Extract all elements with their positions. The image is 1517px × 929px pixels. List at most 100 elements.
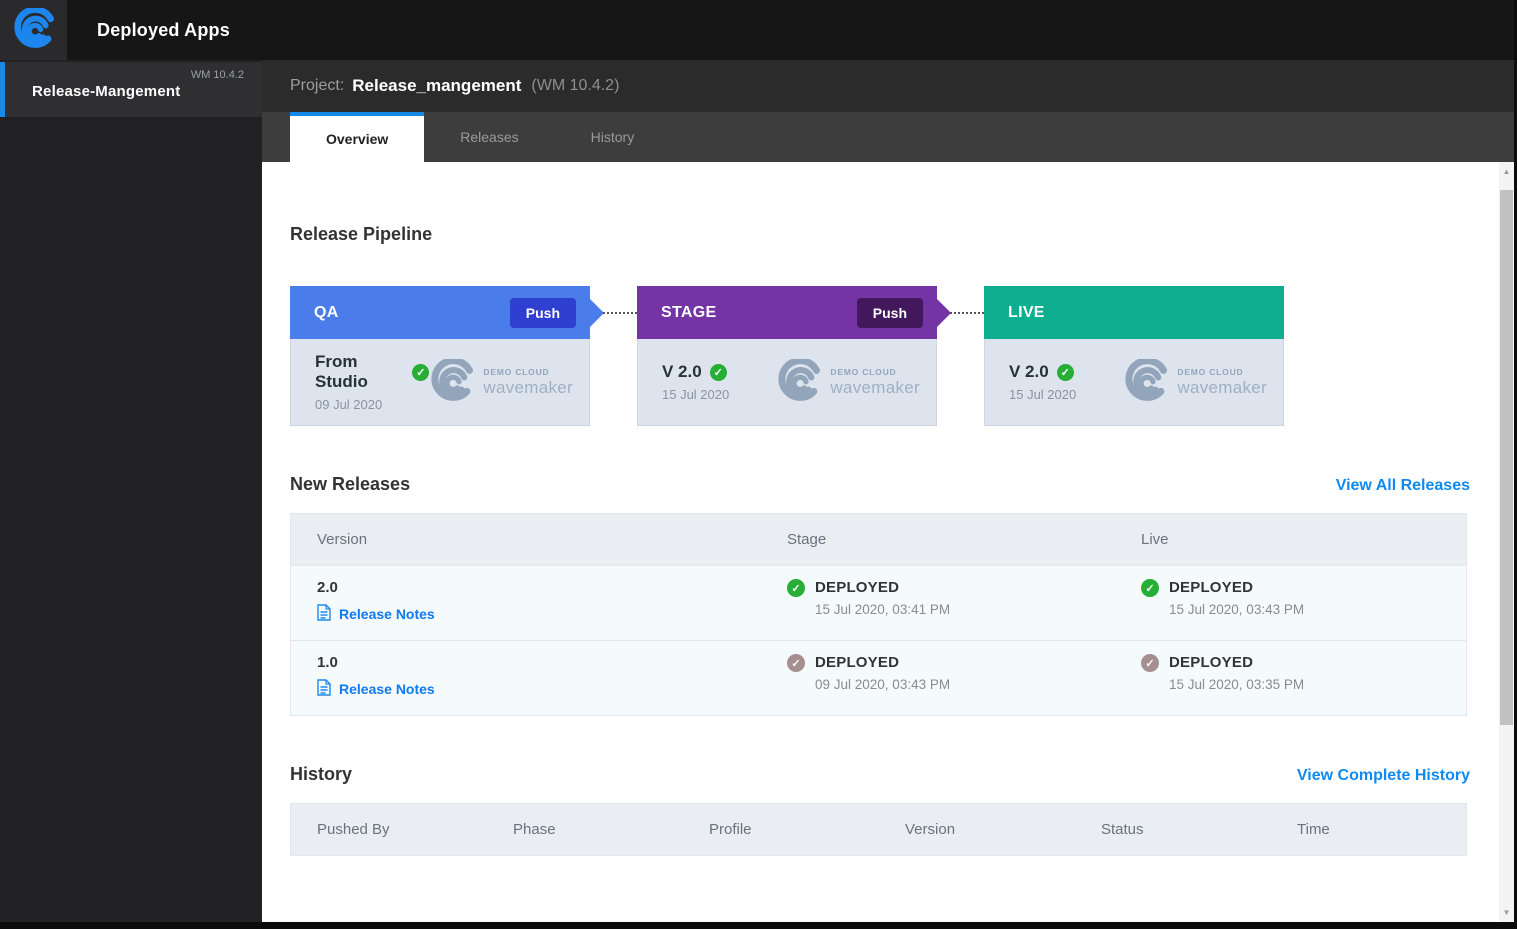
qa-date: 09 Jul 2020 [315,397,383,412]
live-time: 15 Jul 2020, 03:35 PM [1169,677,1305,692]
history-header-row: History View Complete History [290,764,1470,785]
vertical-scrollbar[interactable]: ▲ ▼ [1499,162,1514,922]
sidebar: Release-Mangement WM 10.4.2 [0,60,262,922]
stage-check-icon [709,363,727,381]
release-notes-link[interactable]: Release Notes [317,604,761,624]
stage-stage-name: STAGE [661,303,717,321]
deployed-check-icon [1141,579,1159,597]
column-header-profile: Profile [709,821,752,838]
deployed-check-icon [1141,654,1159,672]
history-table-header: Pushed By Phase Profile Version Status T… [291,803,1466,855]
live-date: 15 Jul 2020 [1009,387,1077,402]
stage-card-body: V 2.0 15 Jul 2020 [637,339,937,426]
live-status: DEPLOYED [1169,654,1254,671]
stage-time: 09 Jul 2020, 03:43 PM [815,677,951,692]
column-header-pushed-by: Pushed By [317,821,390,838]
cloud-logo-line2: wavemaker [1177,377,1267,397]
wavemaker-logo-icon [13,5,54,53]
release-pipeline-title: Release Pipeline [290,224,433,244]
app-logo-tile[interactable] [0,0,67,60]
qa-card-header: QA Push [290,286,604,339]
live-status: DEPLOYED [1169,579,1254,596]
view-all-releases-link[interactable]: View All Releases [1336,477,1470,495]
table-row: 2.0 Release Notes ✓ DEPLOYED 15 Jul 2020… [291,565,1466,640]
qa-push-button[interactable]: Push [509,297,576,328]
column-header-stage: Stage [787,531,827,548]
cloud-logo-line2: wavemaker [830,377,920,397]
cloud-logo-line1: DEMO CLOUD [1177,366,1244,377]
live-version: V 2.0 [1009,362,1049,381]
column-header-phase: Phase [513,821,556,838]
sidebar-item-version: WM 10.4.2 [190,69,244,81]
table-row: 1.0 Release Notes ✓ DEPLOYED 09 Jul 2020… [291,640,1466,715]
column-header-version: Version [905,821,956,838]
new-releases-table-header: Version Stage Live [291,513,1466,565]
qa-card-body: From Studio 09 Jul 2020 [290,339,590,426]
wavemaker-cloud-logo-icon [429,356,475,406]
release-notes-label: Release Notes [339,606,435,622]
main-panel: Project: Release_mangement (WM 10.4.2) O… [262,60,1517,922]
project-header: Project: Release_mangement (WM 10.4.2) [262,60,1517,112]
column-header-version: Version [317,531,368,548]
project-name: Release_mangement [352,76,522,95]
live-check-icon [1056,363,1074,381]
new-releases-title: New Releases [290,474,411,494]
stage-version: V 2.0 [662,362,702,381]
window-bottom-edge [0,922,1517,929]
release-notes-link[interactable]: Release Notes [317,679,761,699]
cloud-logo-line2: wavemaker [483,377,573,397]
new-releases-table: Version Stage Live 2.0 Release Notes ✓ D… [290,513,1467,716]
tab-overview[interactable]: Overview [290,112,425,162]
tab-bar: Overview Releases History [262,112,1517,162]
live-cloud-logo: DEMO CLOUD wavemaker [1123,356,1267,406]
app-title: Deployed Apps [97,19,230,40]
qa-stage-name: QA [314,303,339,321]
stage-card-header: STAGE Push [637,286,951,339]
stage-date: 15 Jul 2020 [662,387,730,402]
release-version: 1.0 [317,654,338,671]
scroll-up-arrow-icon[interactable]: ▲ [1499,164,1514,179]
column-header-live: Live [1141,531,1169,548]
release-pipeline: QA Push From Studio 09 Jul 2020 [290,286,1470,426]
history-table: Pushed By Phase Profile Version Status T… [290,803,1467,856]
pipeline-connector-qa-stage [590,286,637,339]
new-releases-header-row: New Releases View All Releases [290,474,1470,495]
pipeline-card-qa: QA Push From Studio 09 Jul 2020 [290,286,604,426]
release-notes-label: Release Notes [339,681,435,697]
wavemaker-cloud-logo-icon [1123,356,1169,406]
history-title: History [290,764,353,784]
view-complete-history-link[interactable]: View Complete History [1297,767,1470,785]
document-icon [317,604,331,624]
stage-push-button[interactable]: Push [856,297,923,328]
tab-history[interactable]: History [555,112,671,162]
stage-cloud-logo: DEMO CLOUD wavemaker [776,356,920,406]
top-app-bar: Deployed Apps [0,0,1517,60]
pipeline-connector-stage-live [937,286,984,339]
live-card-header: LIVE [984,286,1284,339]
pipeline-card-live: LIVE V 2.0 15 Jul 2020 [984,286,1284,426]
qa-cloud-logo: DEMO CLOUD wavemaker [429,356,573,406]
column-header-time: Time [1297,821,1330,838]
tab-releases[interactable]: Releases [424,112,554,162]
release-version: 2.0 [317,579,338,596]
live-time: 15 Jul 2020, 03:43 PM [1169,602,1305,617]
document-icon [317,679,331,699]
scroll-down-arrow-icon[interactable]: ▼ [1499,905,1514,920]
cloud-logo-line1: DEMO CLOUD [830,366,897,377]
deployed-check-icon [787,579,805,597]
sidebar-item-label: Release-Mangement [32,83,181,100]
project-version: (WM 10.4.2) [531,77,620,94]
overview-content: Release Pipeline QA Push From Studio 09 … [262,162,1517,922]
sidebar-item-release-mangement[interactable]: Release-Mangement WM 10.4.2 [0,62,262,117]
stage-status: DEPLOYED [815,579,900,596]
scrollbar-thumb[interactable] [1500,190,1513,725]
live-stage-name: LIVE [1008,303,1045,321]
stage-time: 15 Jul 2020, 03:41 PM [815,602,951,617]
column-header-status: Status [1101,821,1144,838]
live-card-body: V 2.0 15 Jul 2020 [984,339,1284,426]
qa-version: From Studio [315,352,368,391]
cloud-logo-line1: DEMO CLOUD [483,366,550,377]
deployed-check-icon [787,654,805,672]
wavemaker-cloud-logo-icon [776,356,822,406]
qa-check-icon [412,363,430,381]
